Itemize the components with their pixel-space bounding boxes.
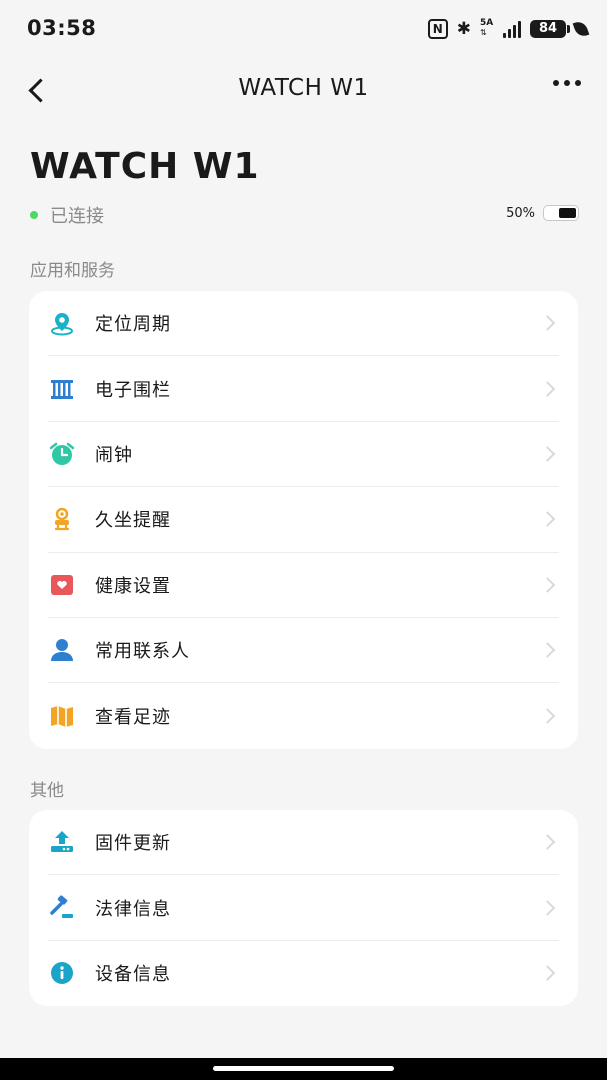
menu-item-label: 查看足迹 — [95, 707, 171, 729]
menu-item-label: 法律信息 — [95, 898, 171, 920]
menu-item-label: 健康设置 — [95, 575, 171, 597]
battery-icon: 84 — [530, 20, 570, 38]
device-battery: 50% — [506, 205, 579, 221]
status-icons: N ✱ 5A ⇅ 84 — [427, 18, 590, 40]
device-battery-icon — [543, 205, 579, 221]
menu-item-footprint[interactable]: 查看足迹 — [48, 683, 559, 748]
chevron-right-icon — [539, 511, 556, 528]
section-label-apps: 应用和服务 — [30, 261, 115, 281]
fence-icon — [49, 376, 75, 402]
screen: 03:58 N ✱ 5A ⇅ 84 WATCH W1 WATCH W1 已连接 … — [0, 0, 607, 1080]
apps-card: 定位周期 电子围栏 闹钟 久坐提醒 健康设置 常用联系人 查看足迹 — [29, 291, 578, 749]
home-indicator-bar[interactable] — [213, 1066, 394, 1071]
menu-item-sedentary-reminder[interactable]: 久坐提醒 — [48, 487, 559, 553]
menu-item-location-cycle[interactable]: 定位周期 — [48, 291, 559, 357]
connected-dot-icon — [30, 211, 38, 219]
menu-item-label: 定位周期 — [95, 314, 171, 336]
menu-item-health-settings[interactable]: 健康设置 — [48, 553, 559, 618]
contact-icon — [49, 637, 75, 663]
connection-status: 已连接 — [30, 202, 104, 228]
status-time: 03:58 — [27, 16, 97, 40]
other-card: 固件更新 法律信息 设备信息 — [29, 810, 578, 1007]
firmware-upload-icon — [49, 829, 75, 855]
gavel-icon — [49, 895, 75, 921]
leaf-icon — [572, 19, 590, 39]
device-name: WATCH W1 — [30, 146, 260, 187]
more-dots-icon[interactable] — [553, 80, 581, 86]
section-label-other: 其他 — [30, 781, 64, 801]
menu-item-label: 常用联系人 — [95, 641, 190, 663]
navigation-bar: WATCH W1 — [0, 58, 607, 120]
bluetooth-icon: ✱ — [456, 19, 471, 39]
nav-title: WATCH W1 — [238, 75, 369, 101]
device-battery-text: 50% — [506, 205, 535, 221]
chevron-right-icon — [539, 642, 556, 658]
map-icon — [49, 703, 75, 729]
network-type-icon: 5A ⇅ — [480, 18, 494, 40]
chevron-right-icon — [539, 708, 556, 724]
info-icon — [49, 960, 75, 986]
connection-status-text: 已连接 — [50, 206, 104, 227]
menu-item-legal-info[interactable]: 法律信息 — [48, 875, 559, 941]
menu-item-label: 固件更新 — [95, 833, 171, 855]
menu-item-geofence[interactable]: 电子围栏 — [48, 356, 559, 422]
location-pin-icon — [49, 310, 75, 336]
chevron-right-icon — [539, 380, 556, 397]
menu-item-firmware-update[interactable]: 固件更新 — [48, 810, 559, 876]
chevron-right-icon — [539, 576, 556, 593]
menu-item-label: 闹钟 — [95, 444, 133, 466]
chevron-right-icon — [539, 899, 556, 916]
menu-item-label: 电子围栏 — [95, 379, 171, 401]
chevron-right-icon — [539, 446, 556, 462]
chevron-right-icon — [539, 834, 556, 850]
menu-item-alarm[interactable]: 闹钟 — [48, 422, 559, 488]
sedentary-icon — [49, 506, 75, 532]
menu-item-device-info[interactable]: 设备信息 — [48, 941, 559, 1006]
status-bar: 03:58 N ✱ 5A ⇅ 84 — [0, 0, 607, 58]
network-arrows: ⇅ — [480, 28, 487, 37]
signal-icon — [503, 20, 521, 38]
chevron-right-icon — [539, 965, 556, 982]
chevron-right-icon — [539, 315, 556, 331]
network-type-label: 5A — [480, 18, 494, 28]
home-indicator — [0, 1058, 607, 1080]
heart-icon — [49, 572, 75, 598]
nfc-icon: N — [427, 19, 448, 39]
menu-item-frequent-contacts[interactable]: 常用联系人 — [48, 618, 559, 684]
alarm-clock-icon — [49, 441, 75, 467]
menu-item-label: 设备信息 — [95, 964, 171, 986]
menu-item-label: 久坐提醒 — [95, 510, 171, 532]
